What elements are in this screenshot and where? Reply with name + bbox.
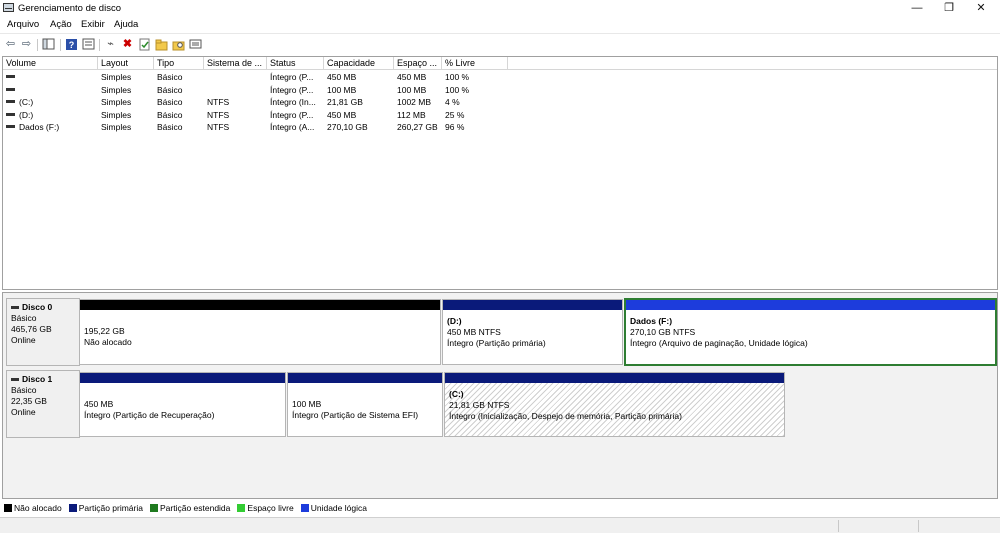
toolbar: ⇦ ⇨ ? ⌁ ✖ [0,33,1000,55]
col-volume[interactable]: Volume [3,57,98,70]
title-bar: Gerenciamento de disco — ❐ ✕ [0,0,1000,17]
disk-0-type: Básico [11,313,37,323]
menu-ajuda[interactable]: Ajuda [114,19,138,30]
table-row[interactable]: Simples Básico Íntegro (P... 100 MB 100 … [3,84,997,97]
volume-table-header: Volume Layout Tipo Sistema de ... Status… [3,57,997,70]
svg-text:?: ? [69,40,75,50]
volume-icon [6,100,15,104]
connect-icon[interactable]: ⌁ [104,38,117,51]
properties-icon[interactable] [82,38,95,51]
status-divider [838,520,839,532]
view-icon[interactable] [189,38,202,51]
partition-color-bar [626,300,995,310]
partition-color-bar [443,300,622,310]
legend-item: Não alocado [4,503,62,513]
disk-1-size: 22,35 GB [11,396,47,406]
menu-exibir[interactable]: Exibir [81,19,105,30]
partition-d-drive[interactable]: (D:) 450 MB NTFS Íntegro (Partição primá… [442,299,623,365]
partition-color-bar [80,373,285,383]
disk-0-size: 465,76 GB [11,324,52,334]
search-folder-icon[interactable] [172,38,185,51]
col-sistema[interactable]: Sistema de ... [204,57,267,70]
legend-item: Espaço livre [237,503,294,513]
disk-graphical-pane[interactable]: Disco 0 Básico 465,76 GB Online 195,22 G… [2,292,998,499]
volume-icon [6,87,15,91]
volume-icon [6,112,15,116]
toolbar-separator [60,39,61,51]
status-bar [0,517,1000,533]
legend: Não alocado Partição primária Partição e… [4,502,370,514]
col-espaco[interactable]: Espaço ... [394,57,442,70]
toolbar-separator [99,39,100,51]
volume-icon [6,75,15,79]
help-icon[interactable]: ? [65,38,78,51]
legend-item: Unidade lógica [300,503,367,513]
console-tree-icon[interactable] [42,38,55,51]
legend-item: Partição primária [68,503,143,513]
partition-unallocated-disk0[interactable]: 195,22 GB Não alocado [79,299,441,365]
disk-1-type: Básico [11,385,37,395]
table-row[interactable]: (D:) Simples Básico NTFS Íntegro (P... 4… [3,109,997,122]
disk-0-status: Online [11,335,36,345]
disk-icon [11,378,19,381]
table-row[interactable]: (C:) Simples Básico NTFS Íntegro (In... … [3,96,997,109]
disk-1-label[interactable]: Disco 1 Básico 22,35 GB Online [6,370,80,438]
table-row[interactable]: Dados (F:) Simples Básico NTFS Íntegro (… [3,121,997,134]
table-row[interactable]: Simples Básico Íntegro (P... 450 MB 450 … [3,71,997,84]
delete-icon[interactable]: ✖ [121,38,134,51]
volume-icon [6,125,15,129]
restore-button[interactable]: ❐ [934,0,964,16]
menu-arquivo[interactable]: Arquivo [7,19,39,30]
minimize-button[interactable]: — [902,0,932,16]
col-status[interactable]: Status [267,57,324,70]
new-folder-icon[interactable] [155,38,168,51]
partition-c-drive[interactable]: (C:) 21,81 GB NTFS Íntegro (Inicializaçã… [444,372,785,437]
col-livre[interactable]: % Livre [442,57,508,70]
check-icon[interactable] [138,38,151,51]
col-capacidade[interactable]: Capacidade [324,57,394,70]
legend-item: Partição estendida [149,503,230,513]
toolbar-separator [37,39,38,51]
back-arrow-icon[interactable]: ⇦ [4,38,17,51]
col-layout[interactable]: Layout [98,57,154,70]
partition-f-drive-selected[interactable]: Dados (F:) 270,10 GB NTFS Íntegro (Arqui… [624,298,997,366]
menu-bar: Arquivo Ação Exibir Ajuda [0,17,1000,32]
disk-management-app-icon [3,3,14,12]
window-title: Gerenciamento de disco [18,3,121,14]
partition-color-bar [288,373,442,383]
disk-0-label[interactable]: Disco 0 Básico 465,76 GB Online [6,298,80,366]
partition-color-bar [445,373,784,383]
partition-recovery[interactable]: 450 MB Íntegro (Partição de Recuperação) [79,372,286,437]
menu-acao[interactable]: Ação [50,19,72,30]
status-divider [918,520,919,532]
volume-list-pane[interactable]: Volume Layout Tipo Sistema de ... Status… [2,56,998,290]
partition-color-bar [80,300,440,310]
forward-arrow-icon[interactable]: ⇨ [20,38,33,51]
partition-efi[interactable]: 100 MB Íntegro (Partição de Sistema EFI) [287,372,443,437]
close-button[interactable]: ✕ [966,0,996,16]
disk-icon [11,306,19,309]
col-tipo[interactable]: Tipo [154,57,204,70]
disk-1-status: Online [11,407,36,417]
